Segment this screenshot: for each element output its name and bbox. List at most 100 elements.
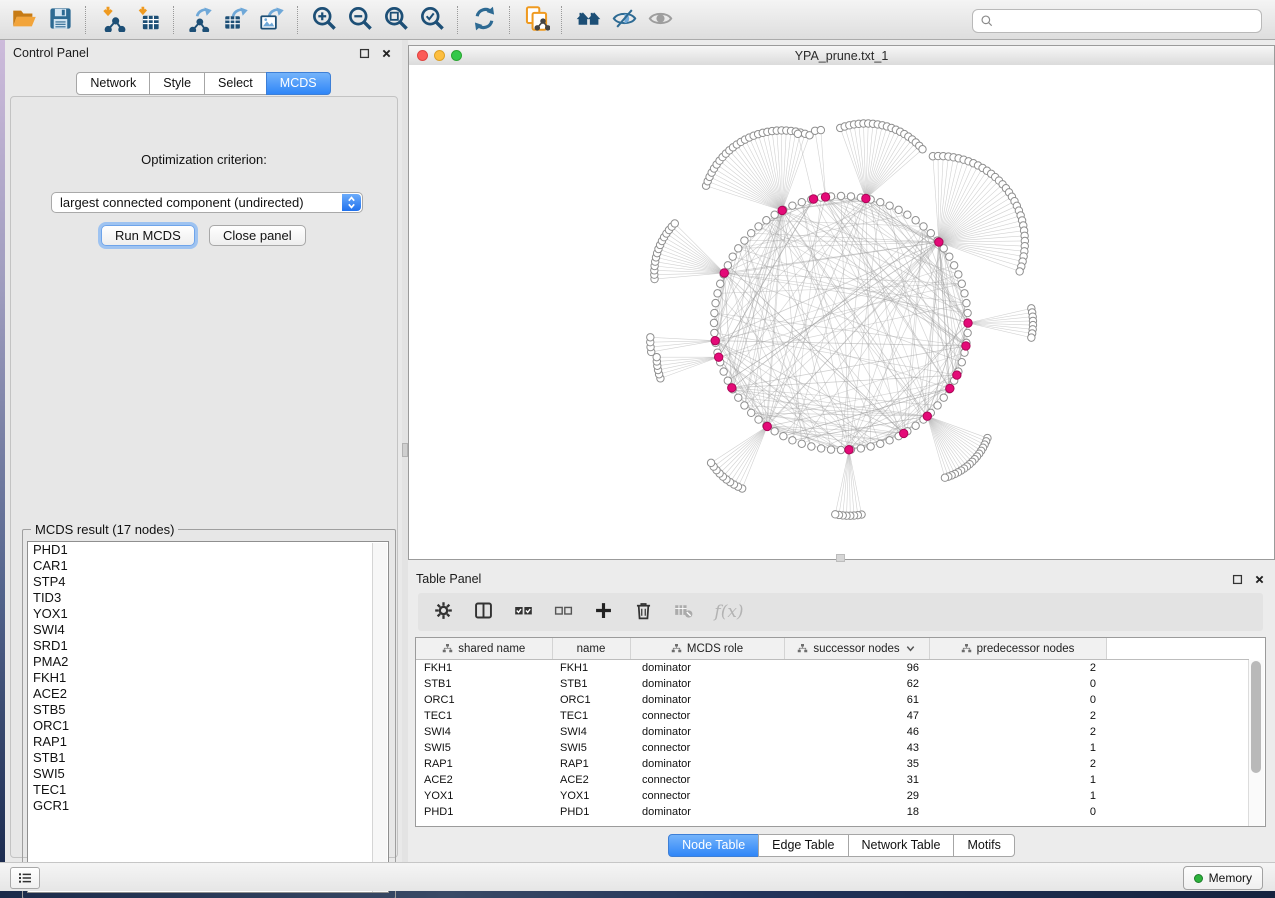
table-row[interactable]: TEC1TEC1connector472 (416, 708, 1249, 724)
mcds-result-item[interactable]: TEC1 (28, 782, 388, 798)
float-table-panel-icon[interactable] (1229, 571, 1245, 587)
run-mcds-button[interactable]: Run MCDS (101, 225, 195, 246)
table-row[interactable]: FKH1FKH1dominator962 (416, 660, 1249, 677)
close-window-icon[interactable] (417, 50, 428, 61)
new-network-from-selection-button[interactable] (519, 3, 553, 37)
table-row[interactable]: RAP1RAP1dominator352 (416, 756, 1249, 772)
column-header-shared-name[interactable]: shared name (416, 638, 552, 660)
mcds-result-item[interactable]: STB1 (28, 750, 388, 766)
tab-network-table[interactable]: Network Table (848, 834, 955, 857)
mcds-result-item[interactable]: TID3 (28, 590, 388, 606)
task-history-button[interactable] (10, 867, 40, 889)
network-window: YPA_prune.txt_1 (408, 45, 1275, 560)
table-header-row[interactable]: shared name nameMCDS rolesuccessor nodesp… (416, 638, 1249, 660)
mcds-result-item[interactable]: STB5 (28, 702, 388, 718)
save-session-button[interactable] (43, 3, 77, 37)
network-canvas[interactable] (409, 65, 1274, 559)
horizontal-splitter-grip[interactable] (836, 554, 845, 562)
mcds-result-item[interactable]: SWI5 (28, 766, 388, 782)
table-row[interactable]: STB1STB1dominator620 (416, 676, 1249, 692)
export-network-button[interactable] (183, 3, 217, 37)
cell: 1 (929, 772, 1106, 788)
table-options-button[interactable] (430, 599, 456, 625)
mcds-result-item[interactable]: CAR1 (28, 558, 388, 574)
table-row[interactable]: YOX1YOX1connector291 (416, 788, 1249, 804)
search-input[interactable] (998, 11, 1261, 31)
mcds-result-item[interactable]: PMA2 (28, 654, 388, 670)
close-table-panel-icon[interactable] (1251, 571, 1267, 587)
mcds-result-list[interactable]: PHD1CAR1STP4TID3YOX1SWI4SRD1PMA2FKH1ACE2… (27, 541, 389, 893)
mcds-list-scrollbar[interactable] (372, 543, 387, 893)
create-column-button[interactable] (590, 599, 616, 625)
zoom-fit-button[interactable] (379, 3, 413, 37)
mcds-result-item[interactable]: PHD1 (28, 542, 388, 558)
maximize-window-icon[interactable] (451, 50, 462, 61)
tab-mcds[interactable]: MCDS (266, 72, 331, 95)
cell: 0 (929, 692, 1106, 708)
import-table-icon (135, 5, 162, 35)
close-panel-icon[interactable] (378, 45, 394, 61)
tab-edge-table[interactable]: Edge Table (758, 834, 848, 857)
zoom-out-button[interactable] (343, 3, 377, 37)
show-columns-button[interactable] (470, 599, 496, 625)
cell: 1 (929, 788, 1106, 804)
cell: 2 (929, 756, 1106, 772)
deselect-all-button[interactable] (550, 599, 576, 625)
open-file-button[interactable] (7, 3, 41, 37)
tab-motifs[interactable]: Motifs (953, 834, 1014, 857)
import-table-button[interactable] (131, 3, 165, 37)
delete-column-button[interactable] (630, 599, 656, 625)
houses-button[interactable] (571, 3, 605, 37)
mcds-result-item[interactable]: SRD1 (28, 638, 388, 654)
export-table-button[interactable] (219, 3, 253, 37)
memory-label: Memory (1209, 871, 1252, 885)
mcds-result-item[interactable]: ORC1 (28, 718, 388, 734)
zoom-selected-button[interactable] (415, 3, 449, 37)
tab-network[interactable]: Network (76, 72, 150, 95)
column-label: shared name (458, 643, 525, 655)
mcds-result-item[interactable]: FKH1 (28, 670, 388, 686)
mcds-result-item[interactable]: SWI4 (28, 622, 388, 638)
column-header-name[interactable]: name (552, 638, 630, 660)
shared-column-icon (442, 643, 453, 654)
table-panel: Table Panel f(x) shared namenameMCDS rol… (408, 566, 1275, 862)
delete-table-icon (673, 600, 694, 624)
apply-layout-button[interactable] (467, 3, 501, 37)
column-header-MCDS-role[interactable]: MCDS role (630, 638, 784, 660)
float-panel-icon[interactable] (356, 45, 372, 61)
export-image-button[interactable] (255, 3, 289, 37)
memory-button[interactable]: Memory (1183, 866, 1263, 890)
mcds-result-item[interactable]: YOX1 (28, 606, 388, 622)
mcds-result-item[interactable]: STP4 (28, 574, 388, 590)
close-panel-button[interactable]: Close panel (209, 225, 306, 246)
table-row[interactable]: SWI4SWI4dominator462 (416, 724, 1249, 740)
criterion-dropdown[interactable]: largest connected component (undirected) (51, 192, 363, 213)
zoom-in-button[interactable] (307, 3, 341, 37)
cell: PHD1 (416, 804, 552, 820)
column-header-successor-nodes[interactable]: successor nodes (784, 638, 929, 660)
network-window-titlebar[interactable]: YPA_prune.txt_1 (409, 46, 1274, 66)
table-scrollbar-thumb[interactable] (1251, 661, 1261, 773)
table-scrollbar[interactable] (1248, 660, 1264, 826)
table-row[interactable]: SWI5SWI5connector431 (416, 740, 1249, 756)
hide-graphics-details-button[interactable] (607, 3, 641, 37)
eye-slash-icon (611, 5, 638, 35)
table-row[interactable]: PHD1PHD1dominator180 (416, 804, 1249, 820)
import-network-button[interactable] (95, 3, 129, 37)
minimize-window-icon[interactable] (434, 50, 445, 61)
cell: ORC1 (416, 692, 552, 708)
table-row[interactable]: ACE2ACE2connector311 (416, 772, 1249, 788)
cell: STB1 (416, 676, 552, 692)
column-header-predecessor-nodes[interactable]: predecessor nodes (929, 638, 1106, 660)
mcds-result-item[interactable]: GCR1 (28, 798, 388, 814)
cell: FKH1 (552, 660, 630, 677)
mcds-result-item[interactable]: RAP1 (28, 734, 388, 750)
table-row[interactable]: ORC1ORC1dominator610 (416, 692, 1249, 708)
mcds-result-item[interactable]: ACE2 (28, 686, 388, 702)
tab-select[interactable]: Select (204, 72, 267, 95)
cell: ACE2 (416, 772, 552, 788)
tab-node-table[interactable]: Node Table (668, 834, 759, 857)
tab-style[interactable]: Style (149, 72, 205, 95)
cell: dominator (630, 676, 784, 692)
select-all-button[interactable] (510, 599, 536, 625)
